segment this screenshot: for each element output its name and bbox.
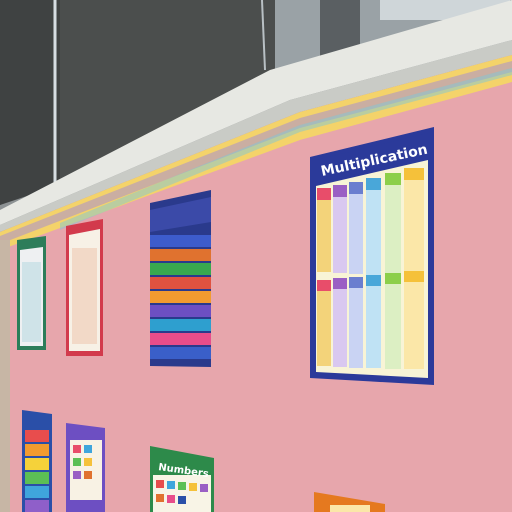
poster-small-left	[17, 236, 46, 350]
classroom-scene: Multiplication Numbers	[0, 0, 512, 512]
poster-lower-rainbow	[22, 410, 52, 512]
poster-multiplication: Multiplication	[310, 127, 434, 385]
poster-small-second	[66, 219, 103, 356]
left-wall-edge	[0, 240, 10, 512]
poster-lower-shapes	[66, 423, 105, 512]
poster-colorful-list	[150, 190, 211, 367]
multiplication-columns	[317, 168, 424, 369]
